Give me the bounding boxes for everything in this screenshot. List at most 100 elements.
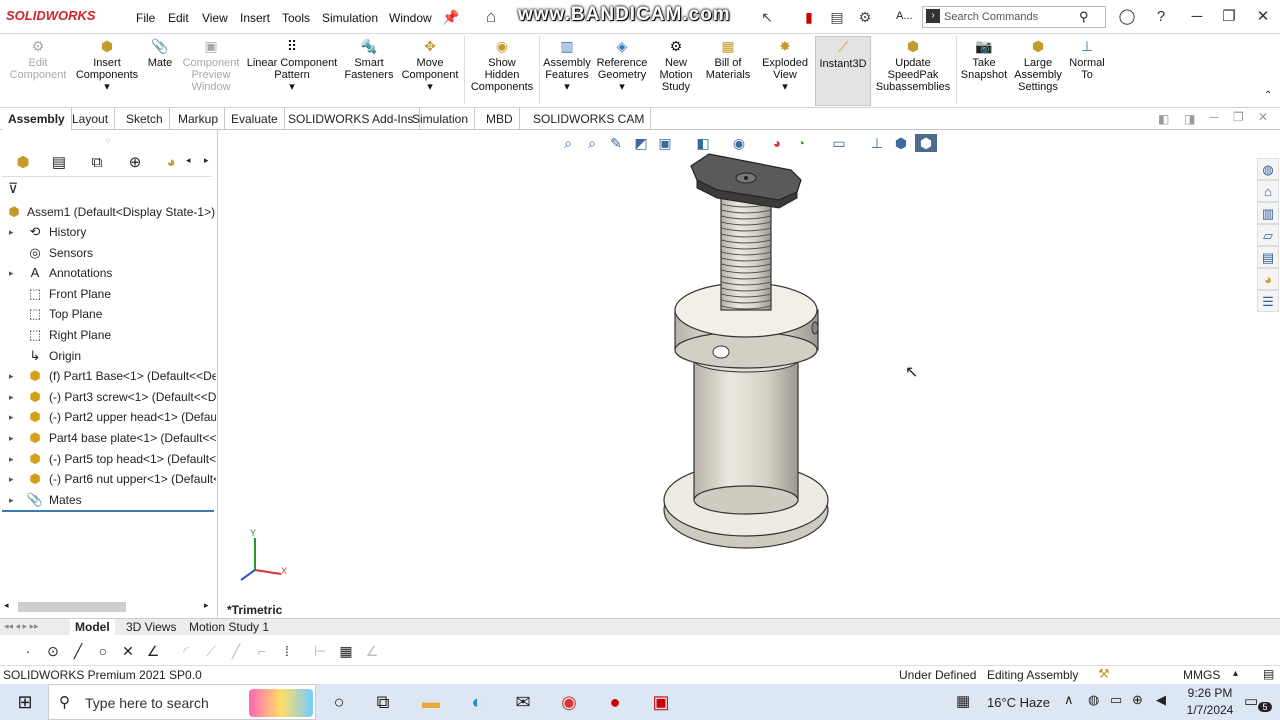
linear-pattern-button[interactable]: ⠿ Linear Component Pattern ▾ [246,38,338,93]
speedpak-button[interactable]: ⬢ Update SpeedPak Subassemblies [874,38,952,93]
bom-button[interactable]: ▦ Bill of Materials [704,38,752,81]
expand-arrow-icon[interactable]: ▸ [9,469,14,489]
zoom-to-fit-icon[interactable]: ⌕ [559,134,577,152]
expand-arrow-icon[interactable]: ▸ [9,428,14,448]
file-properties-icon[interactable]: ▤ [828,8,846,26]
top-head[interactable] [690,153,802,209]
expand-arrow-icon[interactable]: ▸ [9,222,14,242]
large-assembly-button[interactable]: ⬢ Large Assembly Settings [1012,38,1064,93]
tab-assembly[interactable]: Assembly [2,108,72,130]
instant3d-button[interactable]: ⟋ Instant3D [815,36,871,106]
edit-component-button[interactable]: ⚙ Edit Component [6,38,70,81]
tree-item[interactable]: ▸ ⬢ (-) Part5 top head<1> (Default<< [0,449,216,469]
dimension-icon[interactable]: ⁞ [277,641,297,661]
weather-label[interactable]: 16°C Haze [987,695,1050,710]
zoom-area-icon[interactable]: ⌕ [583,134,601,152]
horizontal-scrollbar[interactable]: ◂ ▸ [4,600,212,614]
globe-tray-icon[interactable]: ⊕ [1132,692,1143,708]
scroll-thumb[interactable] [18,602,126,612]
file-explorer-icon[interactable]: ▥ [1257,202,1279,224]
expand-arrow-icon[interactable]: ▸ [9,263,14,283]
pane-next-icon[interactable]: ▸ [204,155,209,166]
collapse-ribbon-icon[interactable]: ⌃ [1264,90,1272,101]
display-manager-icon[interactable]: ◕ [158,152,184,174]
pin-icon[interactable]: 📌 [442,8,460,26]
feature-tree-icon[interactable]: ⬢ [10,152,36,174]
fillet-icon[interactable]: ◜ [176,641,196,661]
solidworks-logo[interactable]: SOLIDWORKS [6,8,96,23]
menu-edit[interactable]: Edit [168,11,189,25]
mate-button[interactable]: 📎 Mate [144,38,176,69]
tree-item[interactable]: ▸ ⬢ (-) Part6 nut upper<1> (Default<- [0,469,216,489]
graphics-area[interactable]: Y X *Trimetric ↖ [219,130,1280,618]
assembly-features-button[interactable]: ▥ Assembly Features ▾ [542,38,592,93]
show-hidden-button[interactable]: ◉ Show Hidden Components [468,38,536,93]
configuration-manager-icon[interactable]: ⧉ [84,152,110,174]
tab-markup[interactable]: Markup [172,108,226,130]
doc-restore-icon[interactable]: ❐ [1233,110,1244,124]
section-view-icon[interactable]: ◩ [632,134,650,152]
minimize-button[interactable]: ─ [1186,6,1208,28]
tree-item[interactable]: ▸ ⟲ History [0,222,216,242]
display-style-icon[interactable]: ◉ [730,134,748,152]
rectangle-icon[interactable]: ⌐ [252,641,272,661]
battery-icon[interactable]: ▭ [1110,692,1122,708]
select-cursor-icon[interactable]: ↖ [758,8,776,26]
traffic-light-icon[interactable]: ▮ [800,8,818,26]
appearances-icon[interactable]: ◕ [1257,268,1279,290]
notification-icon[interactable]: ▭ [1244,692,1258,710]
tab-layout[interactable]: Layout [66,108,116,130]
tree-item[interactable]: ▸ A Annotations [0,263,216,283]
scroll-right-icon[interactable]: ▸ [204,600,209,611]
base-body[interactable] [693,347,799,515]
menu-tools[interactable]: Tools [282,11,310,25]
circle-center-icon[interactable]: ⊙ [43,641,63,661]
menu-view[interactable]: View [202,11,228,25]
tree-item[interactable]: ▸ ⬢ Part4 base plate<1> (Default<<De [0,428,216,448]
cortana-icon[interactable]: ○ [326,690,352,714]
custom-properties-icon[interactable]: ☰ [1257,290,1279,312]
restore-button[interactable]: ❐ [1218,6,1240,28]
line-icon[interactable]: ╱ [68,641,88,661]
tab-sketch[interactable]: Sketch [120,108,170,130]
help-icon[interactable]: ? [1150,6,1172,28]
globe-icon[interactable]: ◍ [1257,158,1279,180]
pane-grip[interactable]: ○ [0,130,216,150]
menu-window[interactable]: Window [389,11,432,25]
pane-prev-icon[interactable]: ◂ [186,155,191,166]
circle-icon[interactable]: ○ [93,641,113,661]
speaker-icon[interactable]: ◀ [1156,692,1166,708]
smart-fasteners-button[interactable]: 🔩 Smart Fasteners [342,38,396,81]
trim-icon[interactable]: ✕ [118,641,138,661]
tree-root[interactable]: ⬢ Assem1 (Default<Display State-1>) [0,202,216,222]
tile-right-icon[interactable]: ◨ [1184,112,1195,126]
weather-icon[interactable]: ▦ [956,692,970,710]
tree-item[interactable]: ◎ Sensors [0,243,216,263]
expand-arrow-icon[interactable]: ▸ [9,490,14,510]
expand-arrow-icon[interactable]: ▸ [9,387,14,407]
filter-icon[interactable]: ⊽ [8,180,18,197]
scroll-left-icon[interactable]: ◂ [4,600,9,611]
doc-minimize-icon[interactable]: ─ [1210,110,1219,124]
snapshot-button[interactable]: 📷 Take Snapshot [959,38,1009,81]
tab-3d-views[interactable]: 3D Views [121,619,181,636]
tree-item[interactable]: ▸ 📎 Mates [0,490,216,510]
property-manager-icon[interactable]: ▤ [46,152,72,174]
windows-start-icon[interactable]: ⊞ [12,690,38,714]
home-icon[interactable]: ⌂ [482,8,500,26]
tray-chevron-icon[interactable]: ∧ [1064,692,1074,708]
tab-motion-study[interactable]: Motion Study 1 [184,619,274,636]
shaded-icon[interactable]: ⬢ [915,134,937,152]
tree-item[interactable]: ⬚ Top Plane [0,304,216,324]
point-icon[interactable]: · [18,641,38,661]
units-selector[interactable]: MMGS [1183,668,1220,682]
design-library-icon[interactable]: ⌂ [1257,180,1279,202]
tab-cam[interactable]: SOLIDWORKS CAM [527,108,652,130]
task-view-icon[interactable]: ⧉ [370,690,396,714]
offset-icon[interactable]: ⟋ [201,641,221,661]
expand-arrow-icon[interactable]: ▸ [9,449,14,469]
tab-nav-icon[interactable]: ◂◂ ◂ ▸ ▸▸ [4,621,39,632]
tile-left-icon[interactable]: ◧ [1158,112,1169,126]
taskbar-search[interactable]: ⚲ Type here to search [48,684,316,720]
chrome-icon[interactable]: ◉ [556,690,582,714]
